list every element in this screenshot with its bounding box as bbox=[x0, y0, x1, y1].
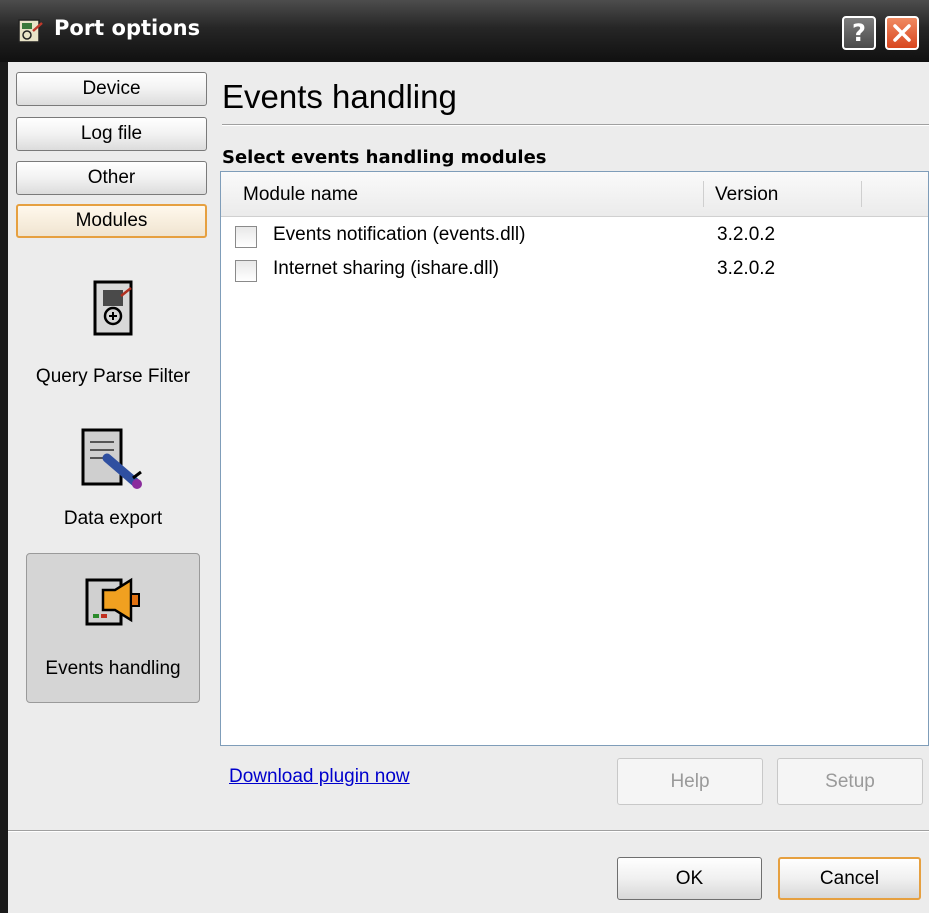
module-name-cell: Internet sharing (ishare.dll) bbox=[273, 258, 499, 279]
modules-list[interactable]: Module name Version Events notification … bbox=[220, 171, 929, 746]
list-header: Module name Version bbox=[221, 172, 928, 217]
help-button[interactable]: Help bbox=[617, 758, 763, 805]
module-query-parse-filter[interactable]: Query Parse Filter bbox=[26, 278, 200, 408]
module-name-cell: Events notification (events.dll) bbox=[273, 224, 526, 245]
cancel-button[interactable]: Cancel bbox=[778, 857, 921, 900]
module-data-export[interactable]: Data export bbox=[26, 428, 200, 538]
nav-other-button[interactable]: Other bbox=[16, 161, 207, 195]
nav-modules-button[interactable]: Modules bbox=[16, 204, 207, 238]
module-version-cell: 3.2.0.2 bbox=[717, 258, 776, 279]
title-bar[interactable]: Port options ? bbox=[0, 0, 929, 62]
list-item[interactable]: Internet sharing (ishare.dll) 3.2.0.2 bbox=[221, 257, 928, 289]
module-checkbox[interactable] bbox=[235, 226, 257, 248]
events-handling-icon bbox=[85, 577, 140, 626]
nav-log-file-button[interactable]: Log file bbox=[16, 117, 207, 151]
download-plugin-link[interactable]: Download plugin now bbox=[229, 766, 410, 788]
column-separator[interactable] bbox=[703, 181, 704, 207]
close-icon bbox=[893, 24, 911, 42]
page-title: Events handling bbox=[222, 78, 457, 115]
module-events-handling[interactable]: Events handling bbox=[26, 553, 200, 703]
column-separator[interactable] bbox=[861, 181, 862, 207]
module-events-handling-label: Events handling bbox=[45, 658, 181, 679]
setup-button[interactable]: Setup bbox=[777, 758, 923, 805]
ok-button[interactable]: OK bbox=[617, 857, 762, 900]
help-title-button[interactable]: ? bbox=[842, 16, 876, 50]
module-query-parse-filter-label: Query Parse Filter bbox=[35, 366, 191, 387]
module-data-export-label: Data export bbox=[63, 508, 163, 529]
window-frame-left bbox=[0, 62, 8, 913]
column-header-module-name[interactable]: Module name bbox=[243, 184, 358, 206]
column-header-version[interactable]: Version bbox=[715, 184, 778, 206]
module-version-cell: 3.2.0.2 bbox=[717, 224, 776, 245]
list-item[interactable]: Events notification (events.dll) 3.2.0.2 bbox=[221, 223, 928, 255]
query-parse-filter-icon bbox=[93, 280, 133, 336]
section-title: Select events handling modules bbox=[222, 147, 547, 168]
port-options-app-icon bbox=[18, 19, 43, 43]
module-checkbox[interactable] bbox=[235, 260, 257, 282]
window-title: Port options bbox=[54, 16, 201, 40]
footer-divider bbox=[8, 830, 929, 832]
port-options-window: Port options ? Device Log file Other Mod… bbox=[0, 0, 929, 913]
heading-divider bbox=[222, 124, 929, 126]
nav-device-button[interactable]: Device bbox=[16, 72, 207, 106]
data-export-icon bbox=[81, 428, 142, 489]
close-button[interactable] bbox=[885, 16, 919, 50]
